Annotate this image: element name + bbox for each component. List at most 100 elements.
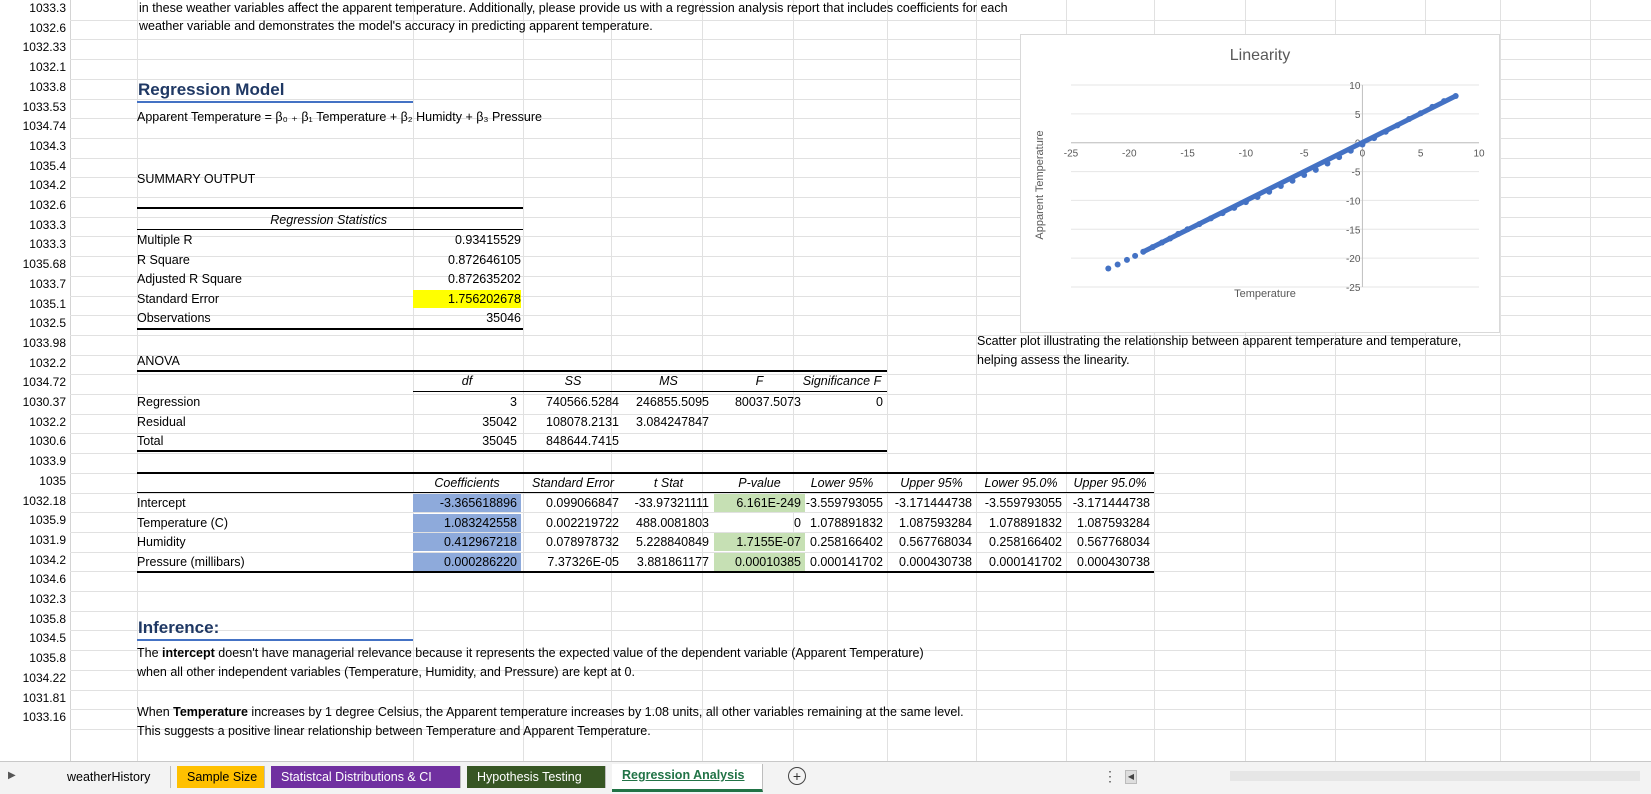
row-number[interactable]: 1032.2 (29, 415, 66, 429)
sheet-tab[interactable]: Hypothesis Testing (467, 766, 606, 788)
row-number[interactable]: 1035.8 (29, 651, 66, 665)
row-number[interactable]: 1030.37 (23, 395, 66, 409)
coef-cell[interactable]: 1.083242558 (413, 513, 521, 532)
row-number[interactable]: 1034.2 (29, 553, 66, 567)
coef-cell[interactable]: 3.881861177 (624, 553, 713, 571)
scroll-left-icon[interactable]: ◀ (1125, 770, 1137, 784)
stat-label[interactable]: Standard Error (137, 290, 219, 308)
anova-cell[interactable]: 80037.5073 (714, 393, 801, 411)
row-number[interactable]: 1033.7 (29, 277, 66, 291)
coef-column-header[interactable]: P-value (714, 474, 805, 492)
coef-row-label[interactable]: Humidity (137, 533, 186, 551)
coef-cell[interactable]: 0.000286220 (413, 552, 521, 571)
coef-cell[interactable]: 0 (714, 514, 805, 532)
coef-cell[interactable]: 1.078891832 (797, 514, 887, 532)
coef-cell[interactable]: -3.365618896 (413, 494, 521, 512)
anova-cell[interactable]: 740566.5284 (523, 393, 619, 411)
row-number[interactable]: 1035.68 (23, 257, 66, 271)
anova-row-label[interactable]: Regression (137, 393, 200, 411)
coef-cell[interactable]: 0.258166402 (976, 533, 1066, 551)
scroll-tabs-left-icon[interactable]: ▶ (8, 770, 16, 781)
row-number[interactable]: 1032.2 (29, 356, 66, 370)
anova-column-header[interactable]: df (413, 372, 521, 390)
row-number[interactable]: 1032.18 (23, 494, 66, 508)
anova-column-header[interactable]: Significance F (797, 372, 887, 390)
anova-cell[interactable]: 848644.7415 (523, 432, 619, 450)
row-number[interactable]: 1033.98 (23, 336, 66, 350)
coef-cell[interactable]: 0.567768034 (887, 533, 976, 551)
coef-cell[interactable]: 0.078978732 (523, 533, 623, 551)
row-number[interactable]: 1034.74 (23, 119, 66, 133)
add-sheet-icon[interactable]: + (788, 767, 806, 785)
row-number[interactable]: 1034.72 (23, 375, 66, 389)
coef-row-label[interactable]: Intercept (137, 494, 186, 512)
row-number[interactable]: 1032.33 (23, 40, 66, 54)
coef-cell[interactable]: 0.002219722 (523, 514, 623, 532)
row-number[interactable]: 1034.22 (23, 671, 66, 685)
row-number[interactable]: 1032.3 (29, 592, 66, 606)
stat-label[interactable]: Adjusted R Square (137, 270, 242, 288)
stat-label[interactable]: R Square (137, 251, 190, 269)
stat-value[interactable]: 0.93415529 (413, 231, 521, 249)
coef-cell[interactable]: 0.000430738 (887, 553, 976, 571)
row-number[interactable]: 1033.8 (29, 80, 66, 94)
row-number[interactable]: 1033.53 (23, 100, 66, 114)
coef-cell[interactable]: 1.7155E-07 (714, 533, 805, 551)
anova-row-label[interactable]: Total (137, 432, 163, 450)
coef-cell[interactable]: 1.087593284 (1066, 514, 1154, 532)
coef-column-header[interactable]: Lower 95.0% (976, 474, 1066, 492)
row-number[interactable]: 1030.6 (29, 434, 66, 448)
anova-column-header[interactable]: MS (624, 372, 713, 390)
stat-value[interactable]: 0.872635202 (413, 270, 521, 288)
stat-label[interactable]: Observations (137, 309, 211, 327)
anova-cell[interactable]: 35042 (413, 413, 517, 431)
anova-cell[interactable]: 108078.2131 (523, 413, 619, 431)
row-number[interactable]: 1031.81 (23, 691, 66, 705)
row-number[interactable]: 1033.16 (23, 710, 66, 724)
row-number[interactable]: 1033.3 (29, 1, 66, 15)
coef-cell[interactable]: 0.00010385 (714, 552, 805, 571)
horizontal-scrollbar[interactable] (1230, 771, 1640, 781)
anova-cell[interactable]: 3.084247847 (624, 413, 709, 431)
stat-value[interactable]: 0.872646105 (413, 251, 521, 269)
sheet-tab[interactable]: Statistcal Distributions & CI (271, 766, 461, 788)
coef-cell[interactable]: 0.258166402 (797, 533, 887, 551)
coef-cell[interactable]: 0.000430738 (1066, 553, 1154, 571)
coef-row-label[interactable]: Pressure (millibars) (137, 553, 245, 571)
row-number[interactable]: 1032.6 (29, 21, 66, 35)
stat-value[interactable]: 35046 (413, 309, 521, 327)
anova-column-header[interactable]: F (714, 372, 805, 390)
coef-cell[interactable]: -33.97321111 (624, 494, 713, 512)
row-number[interactable]: 1033.3 (29, 237, 66, 251)
coef-cell[interactable]: 0.567768034 (1066, 533, 1154, 551)
stat-value[interactable]: 1.756202678 (413, 289, 521, 308)
coef-column-header[interactable]: t Stat (624, 474, 713, 492)
coef-cell[interactable]: -3.559793055 (797, 494, 887, 512)
row-number[interactable]: 1031.9 (29, 533, 66, 547)
coef-cell[interactable]: 1.078891832 (976, 514, 1066, 532)
row-number[interactable]: 1034.2 (29, 178, 66, 192)
coef-cell[interactable]: 0.099066847 (523, 494, 623, 512)
coef-column-header[interactable]: Lower 95% (797, 474, 887, 492)
row-number[interactable]: 1032.5 (29, 316, 66, 330)
row-number[interactable]: 1032.6 (29, 198, 66, 212)
coef-column-header[interactable]: Standard Error (523, 474, 623, 492)
row-number[interactable]: 1034.5 (29, 631, 66, 645)
coef-cell[interactable]: 0.412967218 (413, 533, 521, 551)
coef-cell[interactable]: 0.000141702 (797, 553, 887, 571)
coef-cell[interactable]: 6.161E-249 (714, 494, 805, 512)
sheet-tab[interactable]: weatherHistory (57, 766, 171, 788)
row-number[interactable]: 1035.1 (29, 297, 66, 311)
row-number[interactable]: 1034.3 (29, 139, 66, 153)
row-number[interactable]: 1033.9 (29, 454, 66, 468)
coef-column-header[interactable]: Upper 95% (887, 474, 976, 492)
row-number[interactable]: 1035.4 (29, 159, 66, 173)
anova-cell[interactable]: 0 (797, 393, 883, 411)
coef-row-label[interactable]: Temperature (C) (137, 514, 228, 532)
coef-column-header[interactable]: Upper 95.0% (1066, 474, 1154, 492)
row-number[interactable]: 1033.3 (29, 218, 66, 232)
more-options-icon[interactable]: ⋮ (1103, 768, 1117, 785)
anova-cell[interactable]: 246855.5095 (624, 393, 709, 411)
stat-label[interactable]: Multiple R (137, 231, 193, 249)
linearity-scatter-chart[interactable]: Linearity 10 5 0 -5 -10 -15 -20 -25 -25 -20 -15 -10 -… (1020, 34, 1500, 333)
